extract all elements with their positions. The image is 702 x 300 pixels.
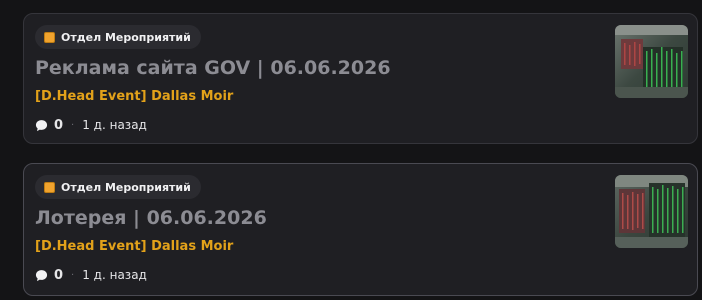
post-card[interactable]: Отдел Мероприятий Лотерея | 06.06.2026 [… — [23, 163, 698, 296]
post-time: 1 д. назад — [82, 118, 147, 132]
post-author[interactable]: [D.Head Event] Dallas Moir — [35, 239, 233, 254]
category-icon — [44, 31, 55, 43]
category-label: Отдел Мероприятий — [61, 30, 191, 44]
thumbnail-image — [615, 175, 688, 248]
comment-count: 0 — [54, 117, 64, 133]
post-thumbnail[interactable] — [615, 175, 688, 248]
thumbnail-image — [615, 25, 688, 98]
post-feed: Отдел Мероприятий Реклама сайта GOV | 06… — [0, 0, 702, 300]
post-thumbnail[interactable] — [615, 25, 688, 98]
post-title[interactable]: Реклама сайта GOV | 06.06.2026 — [35, 57, 391, 79]
comment-icon — [35, 119, 48, 131]
category-icon — [44, 181, 55, 193]
post-title[interactable]: Лотерея | 06.06.2026 — [35, 207, 267, 229]
meta-separator: · — [71, 119, 75, 131]
post-meta: 0 · 1 д. назад — [35, 116, 147, 134]
post-author[interactable]: [D.Head Event] Dallas Moir — [35, 89, 233, 104]
post-time: 1 д. назад — [82, 268, 147, 282]
comment-count: 0 — [54, 267, 64, 283]
category-label: Отдел Мероприятий — [61, 180, 191, 194]
category-badge[interactable]: Отдел Мероприятий — [35, 175, 201, 199]
comment-icon — [35, 269, 48, 281]
post-card[interactable]: Отдел Мероприятий Реклама сайта GOV | 06… — [23, 13, 698, 144]
category-badge[interactable]: Отдел Мероприятий — [35, 25, 201, 49]
meta-separator: · — [71, 269, 75, 281]
post-meta: 0 · 1 д. назад — [35, 266, 147, 284]
